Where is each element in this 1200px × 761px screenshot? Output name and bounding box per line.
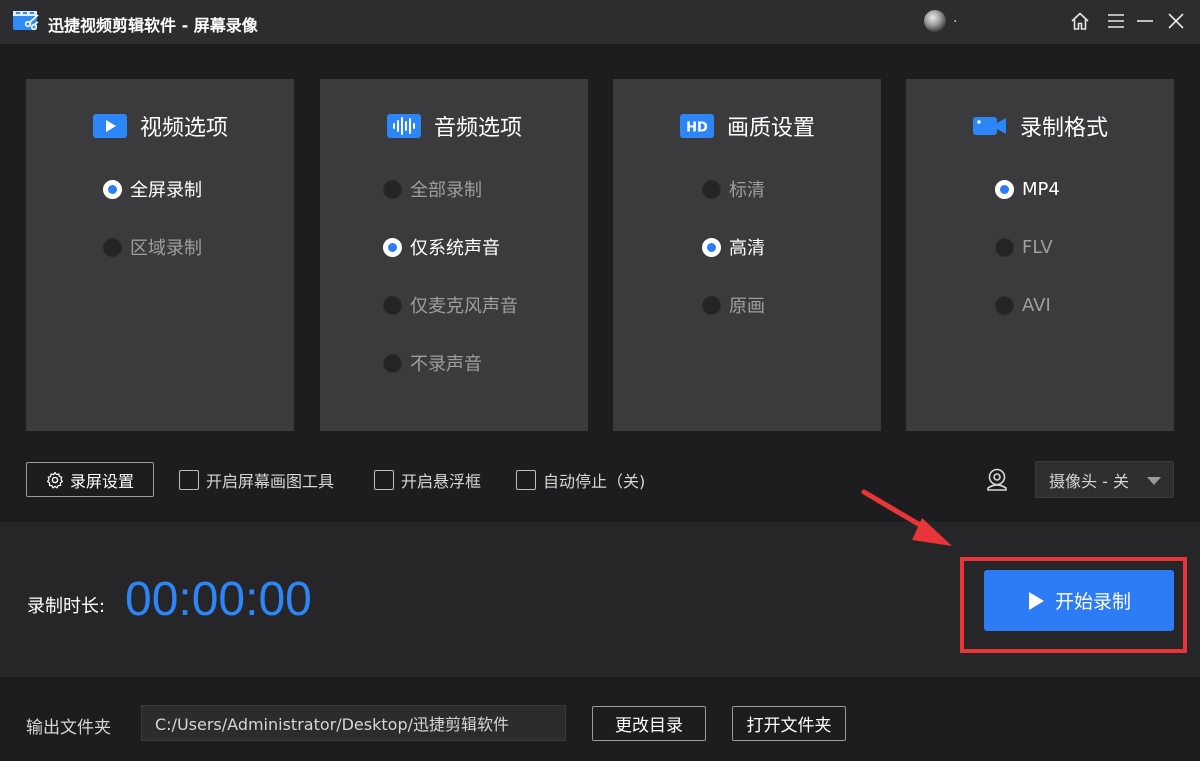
- close-icon[interactable]: [1165, 10, 1187, 32]
- option-standard[interactable]: 标清: [702, 176, 765, 202]
- option-record-all[interactable]: 全部录制: [383, 176, 482, 202]
- hd-icon: HD: [679, 114, 714, 138]
- checkbox-label: 自动停止（关): [543, 472, 646, 491]
- option-label: 区域录制: [130, 238, 202, 259]
- option-system-only[interactable]: 仅系统声音: [383, 234, 500, 260]
- start-recording-button[interactable]: 开始录制: [984, 570, 1174, 631]
- radio-button[interactable]: [383, 237, 402, 257]
- minimize-icon[interactable]: [1134, 10, 1156, 32]
- radio-button[interactable]: [103, 237, 122, 257]
- option-mp4[interactable]: MP4: [995, 176, 1060, 202]
- option-region[interactable]: 区域录制: [103, 234, 202, 260]
- checkbox-label: 开启悬浮框: [401, 472, 482, 491]
- radio-button[interactable]: [702, 179, 721, 199]
- open-folder-button[interactable]: 打开文件夹: [732, 706, 846, 741]
- audio-options-panel: 音频选项 全部录制 仅系统声音 仅麦克风声音 不录声音: [320, 79, 588, 431]
- title-bar: 迅捷视频剪辑软件 - 屏幕录像 .: [0, 0, 1200, 44]
- video-options-panel: 视频选项 全屏录制 区域录制: [26, 79, 294, 431]
- home-icon[interactable]: [1069, 10, 1091, 32]
- radio-button[interactable]: [995, 179, 1014, 199]
- camera-select[interactable]: 摄像头 - 关: [1035, 461, 1174, 498]
- checkbox-auto-stop[interactable]: 自动停止（关): [516, 469, 645, 491]
- output-path-field[interactable]: C:/Users/Administrator/Desktop/迅捷剪辑软件: [141, 705, 566, 741]
- option-label: 全部录制: [410, 180, 482, 201]
- radio-button[interactable]: [383, 179, 402, 199]
- option-no-audio[interactable]: 不录声音: [383, 350, 482, 376]
- option-label: MP4: [1022, 178, 1060, 200]
- radio-button[interactable]: [995, 295, 1014, 315]
- option-label: FLV: [1022, 236, 1053, 258]
- panel-header: HD 画质设置: [613, 111, 881, 141]
- option-label: 全屏录制: [130, 180, 202, 201]
- menu-icon[interactable]: [1105, 10, 1127, 32]
- option-original[interactable]: 原画: [702, 292, 765, 318]
- radio-button[interactable]: [702, 295, 721, 315]
- start-recording-label: 开始录制: [1054, 591, 1131, 613]
- change-directory-button[interactable]: 更改目录: [592, 706, 706, 741]
- duration-label: 录制时长:: [27, 596, 106, 617]
- quality-settings-panel: HD 画质设置 标清 高清 原画: [613, 79, 881, 431]
- option-fullscreen[interactable]: 全屏录制: [103, 176, 202, 202]
- option-flv[interactable]: FLV: [995, 234, 1053, 260]
- option-label: 仅系统声音: [410, 238, 500, 259]
- panel-header: 录制格式: [906, 111, 1174, 141]
- panel-title: 画质设置: [726, 116, 815, 141]
- output-folder-label: 输出文件夹: [26, 718, 111, 738]
- option-label: 高清: [729, 238, 765, 259]
- audio-wave-icon: [386, 114, 421, 138]
- option-label: AVI: [1022, 294, 1051, 316]
- username[interactable]: .: [953, 10, 957, 26]
- camera-select-value: 摄像头 - 关: [1049, 471, 1129, 491]
- user-avatar[interactable]: [924, 10, 946, 32]
- option-label: 原画: [729, 296, 765, 317]
- option-avi[interactable]: AVI: [995, 292, 1051, 318]
- radio-button[interactable]: [103, 179, 122, 199]
- radio-button[interactable]: [995, 237, 1014, 257]
- checkbox[interactable]: [374, 470, 394, 490]
- webcam-icon: [987, 468, 1007, 491]
- chevron-down-icon: [1147, 477, 1161, 485]
- option-label: 标清: [729, 180, 765, 201]
- option-high[interactable]: 高清: [702, 234, 765, 260]
- window-title: 迅捷视频剪辑软件 - 屏幕录像: [48, 16, 258, 35]
- play-icon: [1028, 591, 1044, 610]
- panel-title: 音频选项: [433, 116, 522, 141]
- record-settings-label: 录屏设置: [69, 471, 134, 491]
- panel-title: 视频选项: [139, 116, 228, 141]
- annotation-arrow-icon: [861, 489, 952, 546]
- panel-header: 音频选项: [320, 111, 588, 141]
- options-area: 视频选项 全屏录制 区域录制 音频选项 全部录制 仅系统声音 仅麦克风声音 不录…: [0, 44, 1200, 522]
- radio-button[interactable]: [702, 237, 721, 257]
- record-settings-button[interactable]: 录屏设置: [26, 462, 154, 497]
- panel-header: 视频选项: [26, 111, 294, 141]
- checkbox-label: 开启屏幕画图工具: [206, 472, 335, 491]
- option-label: 仅麦克风声音: [410, 296, 518, 317]
- option-mic-only[interactable]: 仅麦克风声音: [383, 292, 518, 318]
- record-format-panel: 录制格式 MP4 FLV AVI: [906, 79, 1174, 431]
- duration-timer: 00:00:00: [125, 573, 312, 626]
- video-icon: [92, 114, 127, 138]
- camera-icon: [972, 117, 1006, 135]
- panel-title: 录制格式: [1019, 116, 1108, 141]
- radio-button[interactable]: [383, 295, 402, 315]
- svg-text:HD: HD: [686, 121, 708, 136]
- gear-icon: [46, 471, 64, 488]
- checkbox-floating-window[interactable]: 开启悬浮框: [374, 469, 481, 491]
- radio-button[interactable]: [383, 353, 402, 373]
- checkbox[interactable]: [179, 470, 199, 490]
- option-label: 不录声音: [410, 354, 482, 375]
- checkbox[interactable]: [516, 470, 536, 490]
- checkbox-screen-draw-tool[interactable]: 开启屏幕画图工具: [179, 469, 334, 491]
- app-logo-icon: [13, 11, 39, 31]
